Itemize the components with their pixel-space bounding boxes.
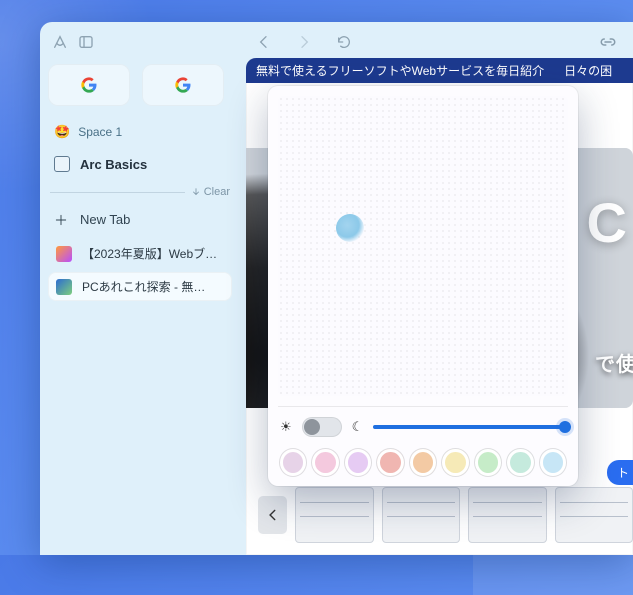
tab-title: PCあれこれ探索 - 無… — [82, 278, 205, 295]
brightness-slider[interactable] — [373, 425, 566, 429]
banner-text-right: 日々の困 — [564, 62, 612, 79]
thumbnail[interactable] — [295, 487, 373, 543]
copy-link-button[interactable] — [599, 36, 617, 48]
pinned-tile-google-2[interactable] — [142, 64, 224, 106]
color-swatch-4[interactable] — [410, 449, 436, 476]
color-swatch-3[interactable] — [377, 449, 403, 476]
tab-item-1[interactable]: PCあれこれ探索 - 無… — [48, 272, 232, 301]
folder-icon — [54, 156, 70, 172]
google-icon — [175, 77, 191, 93]
thumbnail[interactable] — [468, 487, 546, 543]
thumbnail-strip — [252, 475, 633, 555]
color-canvas[interactable] — [278, 96, 568, 396]
swatch-row — [278, 449, 568, 476]
forward-button — [296, 34, 312, 50]
favicon-icon — [56, 246, 72, 262]
dark-mode-toggle[interactable] — [302, 417, 342, 437]
chevron-left-icon — [266, 508, 280, 522]
pinned-tile-google-1[interactable] — [48, 64, 130, 106]
reload-button[interactable] — [336, 34, 352, 50]
space-name: Space 1 — [78, 125, 122, 139]
moon-icon: ☾ — [352, 419, 364, 435]
tab-title: 【2023年夏版】Webブ… — [82, 245, 217, 262]
new-tab-label: New Tab — [80, 212, 130, 227]
tab-item-0[interactable]: 【2023年夏版】Webブ… — [48, 239, 232, 268]
space-emoji-icon: 🤩 — [54, 124, 70, 140]
color-swatch-2[interactable] — [345, 449, 371, 476]
sun-icon: ☀ — [280, 419, 292, 435]
folder-arc-basics[interactable]: Arc Basics — [48, 150, 232, 178]
brightness-row: ☀ ☾ — [278, 417, 568, 437]
arrow-down-icon — [191, 187, 201, 197]
thumbnail[interactable] — [382, 487, 460, 543]
arc-logo-icon[interactable] — [52, 34, 68, 50]
google-icon — [81, 77, 97, 93]
color-swatch-5[interactable] — [442, 449, 468, 476]
sidebar-top-controls — [48, 28, 232, 56]
thumbnail[interactable] — [555, 487, 633, 543]
sidebar: 🤩 Space 1 Arc Basics Clear New Tab 【2023… — [40, 22, 240, 555]
back-button[interactable] — [256, 34, 272, 50]
plus-icon — [54, 213, 68, 227]
color-swatch-6[interactable] — [475, 449, 501, 476]
subline-fragment: で使 — [595, 348, 633, 377]
theme-popover: ☀ ☾ — [268, 86, 578, 486]
clear-label: Clear — [204, 186, 230, 198]
slider-thumb[interactable] — [559, 421, 571, 433]
color-swatch-0[interactable] — [280, 449, 306, 476]
pinned-tiles — [48, 64, 232, 106]
site-banner: 無料で使えるフリーソフトやWebサービスを毎日紹介 日々の困 — [246, 58, 633, 83]
space-selector[interactable]: 🤩 Space 1 — [48, 120, 232, 144]
toolbar — [240, 28, 633, 56]
headline-fragment: C — [587, 190, 627, 255]
thumb-prev-button[interactable] — [258, 496, 287, 534]
color-swatch-8[interactable] — [540, 449, 566, 476]
banner-text-left: 無料で使えるフリーソフトやWebサービスを毎日紹介 — [256, 62, 544, 79]
sidebar-divider: Clear — [50, 186, 230, 198]
folder-label: Arc Basics — [80, 157, 147, 172]
favicon-icon — [56, 279, 72, 295]
color-swatch-7[interactable] — [507, 449, 533, 476]
color-swatch-1[interactable] — [312, 449, 338, 476]
clear-button[interactable]: Clear — [191, 186, 230, 198]
sidebar-toggle-icon[interactable] — [78, 34, 94, 50]
new-tab-button[interactable]: New Tab — [48, 204, 232, 235]
color-picker-cursor[interactable] — [336, 214, 364, 242]
